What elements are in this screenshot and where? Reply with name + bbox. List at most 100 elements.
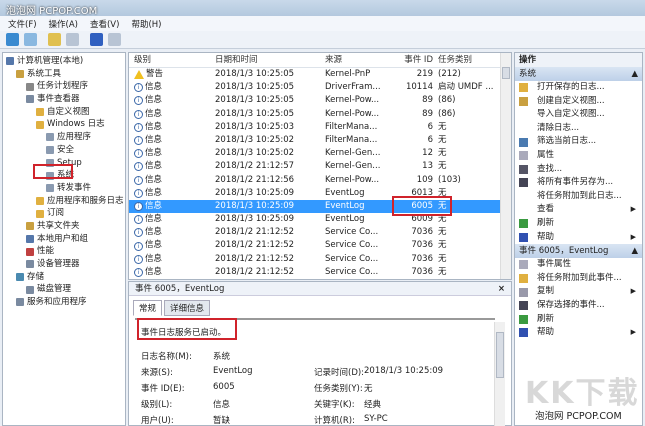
task-category-cell: 无 [438,161,447,172]
event-list-scrollbar[interactable] [500,53,511,279]
table-row[interactable]: 警告 2018/1/3 10:25:05 Kernel-PnP 219 (212) [129,68,511,81]
tree-item[interactable]: 性能 [3,245,125,258]
collapse-icon[interactable]: ▲ [631,67,638,81]
info-icon: i [134,267,143,277]
tree-item[interactable]: 存储 [3,271,125,284]
action-icon [519,192,528,201]
tab-general[interactable]: 常规 [133,300,163,316]
tree-item[interactable]: 转发事件 [3,182,125,195]
table-row[interactable]: i 信息 2018/1/3 10:25:02 FilterMana... 6 无 [129,134,511,147]
show-hide-action-pane-icon[interactable] [108,33,121,46]
action-item[interactable]: 将任务附加到此日志... [515,190,642,204]
source-cell: EventLog [325,187,365,198]
menu-bar: 文件(F) 操作(A) 查看(V) 帮助(H) [0,16,645,31]
action-item[interactable]: 打开保存的日志... [515,81,642,95]
source-cell: DriverFram... [325,82,381,93]
table-row[interactable]: i 信息 2018/1/3 10:25:09 EventLog 6013 无 [129,187,511,200]
table-row[interactable]: i 信息 2018/1/3 10:25:05 DriverFram... 10114 启动… [129,81,511,94]
level-cell: i 信息 [129,174,209,187]
tree-item[interactable]: 共享文件夹 [3,220,125,233]
action-item[interactable]: 查找... [515,163,642,177]
info-icon: i [134,122,143,132]
action-item[interactable]: 将任务附加到此事件... [515,272,642,286]
column-event-id[interactable]: 事件 ID [395,53,433,67]
detail-scrollbar[interactable] [494,322,505,426]
submenu-arrow-icon: ▶ [630,232,636,241]
table-row[interactable]: i 信息 2018/1/3 10:25:09 EventLog 6005 无 [129,199,511,214]
close-icon[interactable]: × [498,282,505,296]
tree-item[interactable]: Windows 日志 [3,118,125,131]
tree-item[interactable]: 磁盘管理 [3,283,125,296]
action-item[interactable]: 复制 ▶ [515,285,642,299]
action-item[interactable]: 属性 [515,149,642,163]
collapse-icon[interactable]: ▲ [631,244,638,258]
action-item[interactable]: 将所有事件另存为... [515,176,642,190]
warning-icon [134,70,144,80]
action-item[interactable]: 事件属性 [515,258,642,272]
action-item[interactable]: 保存选择的事件... [515,299,642,313]
datetime-cell: 2018/1/2 21:12:52 [215,227,295,238]
table-row[interactable]: i 信息 2018/1/3 10:25:03 FilterMana... 6 无 [129,121,511,134]
table-row[interactable]: i 信息 2018/1/3 10:25:02 Kernel-Gen... 12 无 [129,147,511,160]
action-item[interactable]: 刷新 [515,313,642,327]
menu-item[interactable]: 操作(A) [49,18,78,30]
datetime-cell: 2018/1/2 21:12:57 [215,161,295,172]
tree-item[interactable]: 计算机管理(本地) [3,55,125,68]
task-category-cell: 启动 UMDF ... [438,82,494,93]
tree-item[interactable]: 自定义视图 [3,106,125,119]
task-category-cell: 无 [438,253,447,264]
forward-icon[interactable] [24,33,37,46]
actions-section-event[interactable]: 事件 6005，EventLog ▲ [515,244,642,259]
action-item[interactable]: 创建自定义视图... [515,95,642,109]
column-task-category[interactable]: 任务类别 [433,53,497,67]
up-folder-icon[interactable] [48,33,61,46]
menu-item[interactable]: 文件(F) [8,18,37,30]
table-row[interactable]: i 信息 2018/1/2 21:12:57 Kernel-Gen... 13 无 [129,160,511,173]
menu-item[interactable]: 帮助(H) [131,18,161,30]
table-row[interactable]: i 信息 2018/1/3 10:25:05 Kernel-Pow... 89 (86) [129,108,511,121]
tree-item[interactable]: 订阅 [3,207,125,220]
action-item[interactable]: 查看 ▶ [515,203,642,217]
tree-item[interactable]: 系统工具 [3,68,125,81]
event-id-cell: 7036 [411,227,433,238]
action-icon [519,110,528,119]
tree-item[interactable]: 本地用户和组 [3,233,125,246]
tree-item[interactable]: 事件查看器 [3,93,125,106]
tree-item[interactable]: 应用程序和服务日志 [3,195,125,208]
info-icon: i [134,149,143,159]
actions-section-system[interactable]: 系统 ▲ [515,67,642,81]
help-icon[interactable] [90,33,103,46]
tree-item[interactable]: 设备管理器 [3,258,125,271]
table-row[interactable]: i 信息 2018/1/2 21:12:56 Kernel-Pow... 109 (103… [129,174,511,187]
tab-details[interactable]: 详细信息 [164,300,211,316]
table-row[interactable]: i 信息 2018/1/2 21:12:52 Service Co... 7036 无 [129,226,511,239]
tree-item[interactable]: 应用程序 [3,131,125,144]
event-id-cell: 7036 [411,240,433,251]
table-row[interactable]: i 信息 2018/1/2 21:12:52 Service Co... 7036 无 [129,253,511,266]
action-item[interactable]: 刷新 [515,217,642,231]
level-cell: i 信息 [129,81,209,94]
tree-node-icon [6,57,14,66]
action-item[interactable]: 导入自定义视图... [515,108,642,122]
action-item[interactable]: 筛选当前日志... [515,135,642,149]
action-item[interactable]: 帮助 ▶ [515,231,642,245]
tree-item[interactable]: 安全 [3,144,125,157]
tree-node-icon [46,184,54,193]
column-datetime[interactable]: 日期和时间 [209,53,319,67]
tree-item[interactable]: 任务计划程序 [3,80,125,93]
table-row[interactable]: i 信息 2018/1/3 10:25:05 Kernel-Pow... 89 (86) [129,94,511,107]
table-row[interactable]: i 信息 2018/1/3 10:25:09 EventLog 6009 无 [129,213,511,226]
show-hide-tree-icon[interactable] [66,33,79,46]
table-row[interactable]: i 信息 2018/1/2 21:12:52 Service Co... 7036 无 [129,266,511,279]
tree-item-label: 应用程序和服务日志 [47,195,124,206]
column-level[interactable]: 级别 [129,53,209,67]
action-item[interactable]: 清除日志... [515,122,642,136]
tree-item[interactable]: 服务和应用程序 [3,296,125,309]
table-row[interactable]: i 信息 2018/1/2 21:12:52 Service Co... 7036 无 [129,239,511,252]
back-icon[interactable] [6,33,19,46]
action-item[interactable]: 帮助 ▶ [515,326,642,340]
watermark-logo: KK下载 [525,376,640,411]
menu-item[interactable]: 查看(V) [90,18,119,30]
column-source[interactable]: 来源 [319,53,395,67]
source-cell: Service Co... [325,253,379,264]
